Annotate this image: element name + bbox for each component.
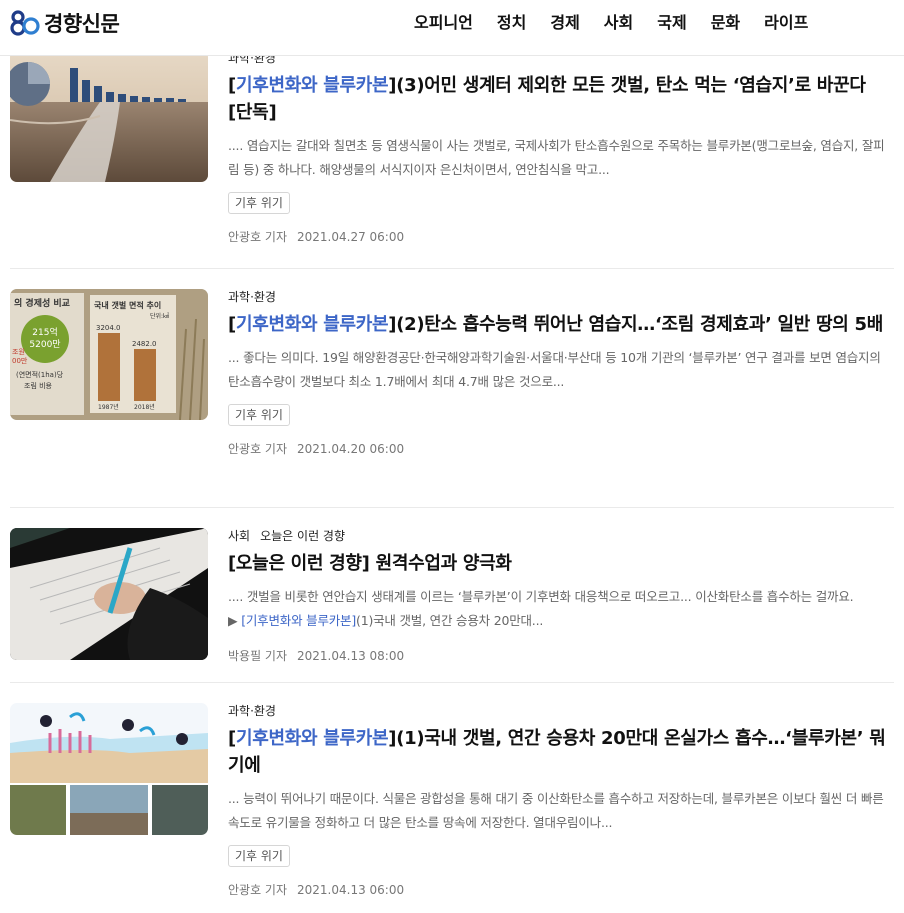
article-date: 2021.04.27 06:00 — [297, 230, 405, 244]
series-link[interactable]: [기후변화와 블루카본] — [241, 613, 356, 628]
series-link[interactable]: 기후변화와 블루카본 — [236, 75, 389, 96]
article-summary[interactable]: .... 갯벌을 비롯한 연안습지 생태계를 이르는 ‘블루카본’이 기후변화 … — [228, 585, 894, 633]
article-meta: 안광호 기자 2021.04.20 06:00 — [228, 440, 894, 457]
tidal-flat-photo — [10, 50, 208, 182]
article-date: 2021.04.13 06:00 — [297, 883, 405, 897]
article-thumbnail[interactable] — [10, 703, 208, 835]
series-link[interactable]: 기후변화와 블루카본 — [236, 728, 389, 749]
series-link[interactable]: 기후변화와 블루카본 — [236, 314, 389, 335]
site-logo[interactable]: 경향신문 — [10, 8, 120, 38]
article-author: 박용필 기자 — [228, 649, 288, 663]
article-thumbnail[interactable] — [10, 528, 208, 660]
nav-item-opinion[interactable]: 오피니언 — [414, 9, 473, 33]
article-meta: 박용필 기자 2021.04.13 08:00 — [228, 647, 894, 664]
thumb-left-small2: 00만 — [12, 356, 28, 365]
article-author: 안광호 기자 — [228, 883, 288, 897]
thumb-bar2-value: 2482.0 — [132, 340, 157, 348]
article-summary[interactable]: .... 염습지는 갈대와 칠면초 등 염생식물이 사는 갯벌로, 국제사회가 … — [228, 134, 894, 182]
article-author: 안광호 기자 — [228, 230, 288, 244]
thumb-bubble-bottom: 5200만 — [29, 339, 60, 350]
article-thumbnail[interactable]: 의 경제성 비교 215억 5200만 조원 00만 (연면적(1ha)당 조림… — [10, 289, 208, 420]
article-title[interactable]: [오늘은 이런 경향] 원격수업과 양극화 — [228, 550, 894, 577]
nav-item-society[interactable]: 사회 — [604, 9, 633, 33]
nav-item-culture[interactable]: 문화 — [711, 9, 740, 33]
article-category[interactable]: 사회 오늘은 이런 경향 — [228, 528, 894, 544]
thumb-right-title: 국내 갯벌 면적 추이 — [94, 300, 161, 310]
thumb-left-small1: 조원 — [12, 347, 25, 356]
article-summary[interactable]: ... 좋다는 의미다. 19일 해양환경공단·한국해양과학기술원·서울대·부산… — [228, 346, 894, 394]
article-subcategory[interactable]: 오늘은 이런 경향 — [260, 529, 345, 543]
article-category[interactable]: 과학·환경 — [228, 703, 894, 719]
article-title[interactable]: [기후변화와 블루카본](1)국내 갯벌, 연간 승용차 20만대 온실가스 흡… — [228, 725, 894, 779]
thumb-left-note1: (연면적(1ha)당 — [16, 370, 64, 379]
infographic-image: 의 경제성 비교 215억 5200만 조원 00만 (연면적(1ha)당 조림… — [10, 289, 208, 420]
thumb-bubble-top: 215억 — [32, 326, 57, 338]
thumb-bar1-value: 3204.0 — [96, 324, 121, 332]
nav-item-politics[interactable]: 정치 — [497, 9, 526, 33]
thumb-left-note2: 조림 비용 — [24, 381, 53, 390]
article-summary[interactable]: ... 능력이 뛰어나기 때문이다. 식물은 광합성을 통해 대기 중 이산화탄… — [228, 787, 894, 835]
article-meta: 안광호 기자 2021.04.13 06:00 — [228, 881, 894, 898]
divider — [10, 682, 894, 683]
main-nav: 오피니언 정치 경제 사회 국제 문화 라이프 — [414, 0, 808, 42]
article-date: 2021.04.13 08:00 — [297, 649, 405, 663]
article-thumbnail[interactable] — [10, 50, 208, 182]
article-tag[interactable]: 기후 위기 — [228, 192, 290, 214]
nav-item-life[interactable]: 라이프 — [764, 9, 808, 33]
article-date: 2021.04.20 06:00 — [297, 442, 405, 456]
site-header: 경향신문 오피니언 정치 경제 사회 국제 문화 라이프 — [0, 0, 904, 56]
divider — [10, 268, 894, 269]
thumb-bar1-label: 1987년 — [98, 403, 119, 411]
divider — [10, 507, 894, 508]
article-author: 안광호 기자 — [228, 442, 288, 456]
article-title[interactable]: [기후변화와 블루카본](2)탄소 흡수능력 뛰어난 염습지…‘조림 경제효과’… — [228, 311, 894, 338]
thumb-bar2-label: 2018년 — [134, 403, 155, 411]
article-tag[interactable]: 기후 위기 — [228, 404, 290, 426]
article-tag[interactable]: 기후 위기 — [228, 845, 290, 867]
nav-item-international[interactable]: 국제 — [657, 9, 686, 33]
thumb-right-unit: 단위:㎢ — [150, 312, 169, 320]
logo-text: 경향신문 — [44, 12, 120, 36]
article-title[interactable]: [기후변화와 블루카본](3)어민 생계터 제외한 모든 갯벌, 탄소 먹는 ‘… — [228, 72, 894, 126]
article-category[interactable]: 과학·환경 — [228, 289, 894, 305]
student-writing-photo — [10, 528, 208, 660]
nav-item-economy[interactable]: 경제 — [550, 9, 579, 33]
thumb-left-title: 의 경제성 비교 — [14, 297, 70, 309]
article-meta: 안광호 기자 2021.04.27 06:00 — [228, 228, 894, 245]
logo-icon — [10, 10, 40, 36]
blue-carbon-diagram-image — [10, 703, 208, 835]
